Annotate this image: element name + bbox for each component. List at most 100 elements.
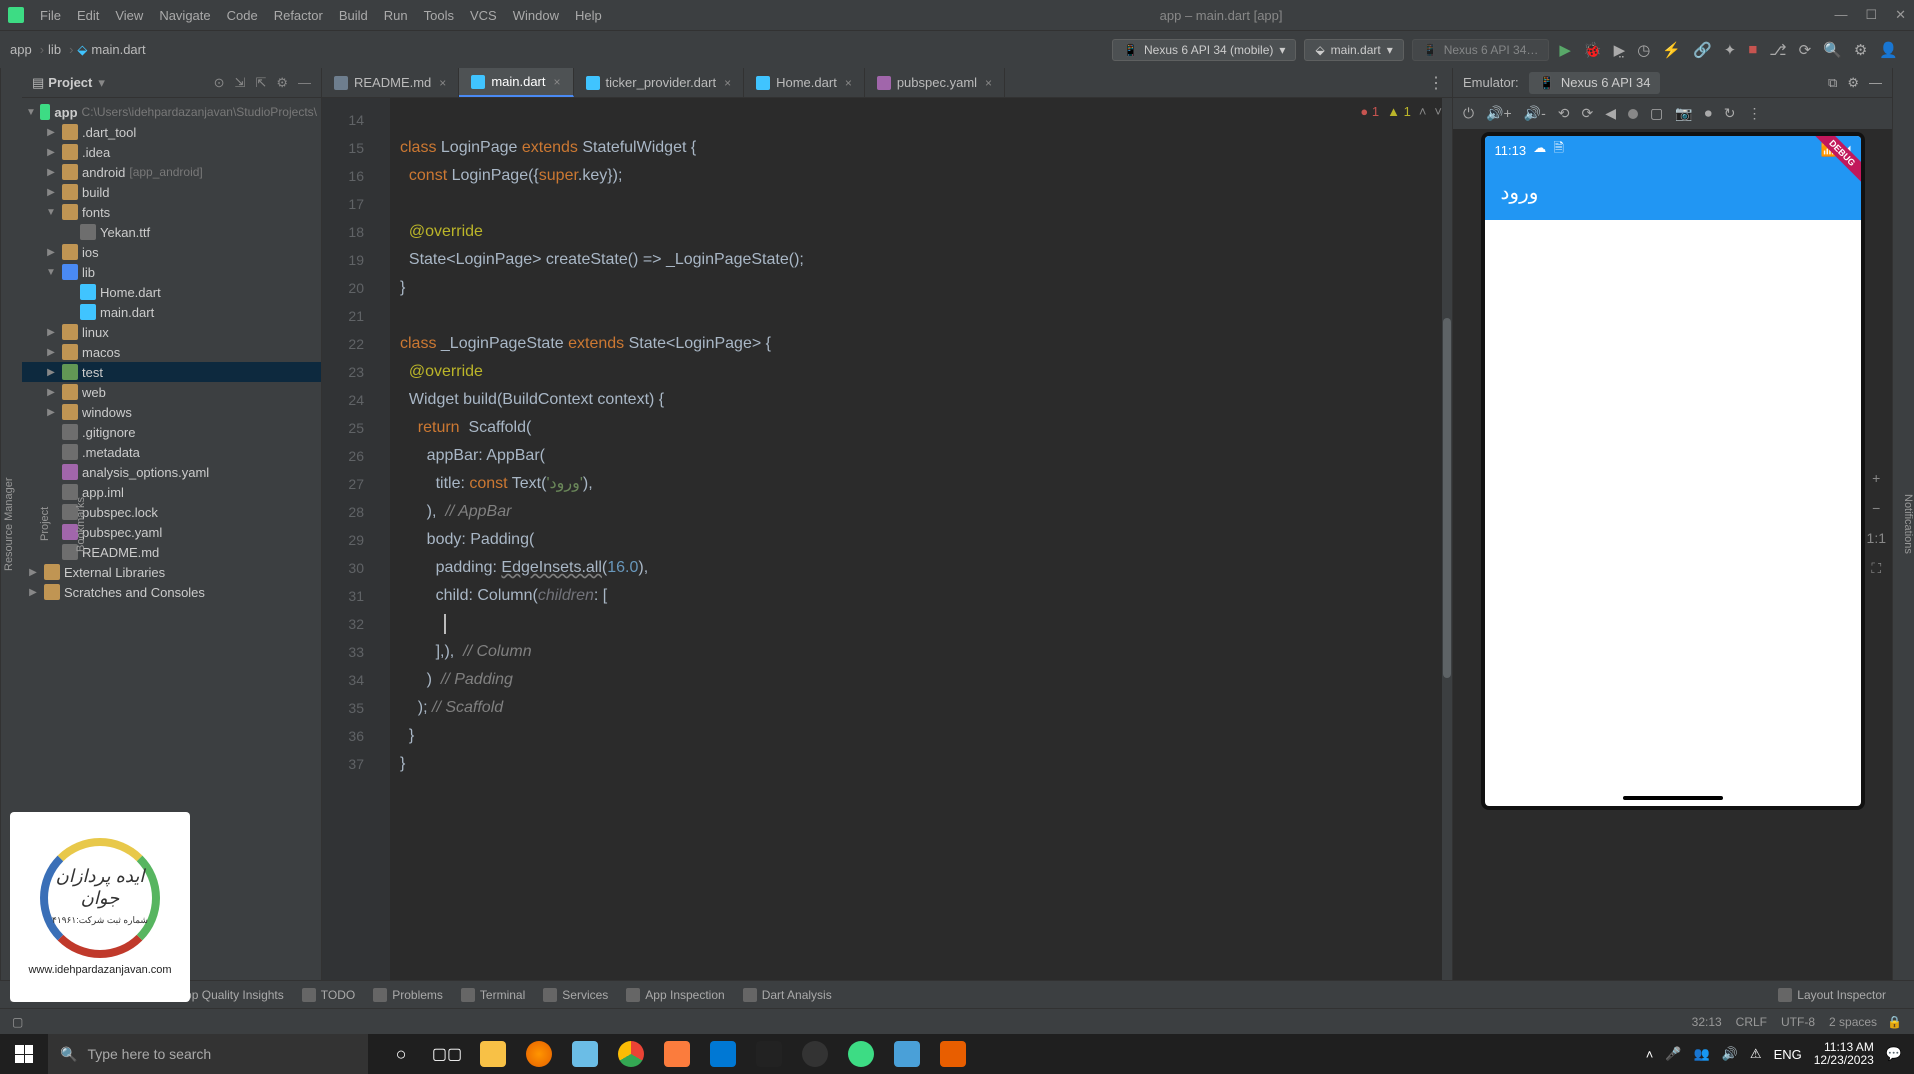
task-view-icon[interactable]: ▢▢ (424, 1034, 470, 1074)
vol-down-icon[interactable]: 🔊- (1524, 105, 1546, 122)
flutter-icon[interactable]: ✦ (1724, 41, 1737, 59)
emulator-hide-icon[interactable]: — (1869, 75, 1882, 90)
search-icon[interactable]: 🔍 (1823, 41, 1842, 59)
menu-build[interactable]: Build (333, 6, 374, 25)
project-panel-title[interactable]: Project (48, 75, 92, 90)
firefox-icon[interactable] (516, 1034, 562, 1074)
stop-icon[interactable]: ■ (1748, 41, 1757, 58)
strip-project[interactable]: Project (37, 501, 53, 547)
editor-tab[interactable]: main.dart× (459, 68, 573, 97)
editor-tab[interactable]: pubspec.yaml× (865, 68, 1005, 97)
target-selector[interactable]: 📱 Nexus 6 API 34… (1412, 39, 1550, 61)
project-dropdown-icon[interactable]: ▤ (32, 75, 44, 91)
crumb-app[interactable]: app (10, 42, 32, 57)
cmd-icon[interactable] (746, 1034, 792, 1074)
indent[interactable]: 2 spaces (1829, 1015, 1877, 1029)
zoom-fit-icon[interactable]: 1:1 (1867, 530, 1886, 546)
tw-terminal[interactable]: Terminal (461, 988, 525, 1002)
overview-icon[interactable]: ▢ (1650, 105, 1663, 122)
tree-item[interactable]: Yekan.ttf (22, 222, 321, 242)
home-icon[interactable] (1628, 109, 1638, 119)
close-tab-icon[interactable]: × (845, 76, 852, 90)
tray-lang[interactable]: ENG (1774, 1047, 1802, 1062)
menu-navigate[interactable]: Navigate (153, 6, 216, 25)
photos-icon[interactable] (884, 1034, 930, 1074)
zoom-in-icon[interactable]: + (1872, 470, 1880, 486)
status-tool-icon[interactable]: ▢ (12, 1015, 23, 1029)
panel-settings-icon[interactable]: ⚙ (276, 75, 288, 91)
tw-layout-inspector[interactable]: Layout Inspector (1778, 988, 1886, 1002)
xampp-icon[interactable] (654, 1034, 700, 1074)
strip-notifications[interactable]: Notifications (1902, 494, 1914, 554)
tree-item[interactable]: ▼fonts (22, 202, 321, 222)
run-config-selector[interactable]: ⬙ main.dart ▾ (1304, 39, 1403, 61)
tw-problems[interactable]: Problems (373, 988, 443, 1002)
collapse-all-icon[interactable]: ⇱ (255, 75, 266, 91)
debug-icon[interactable]: 🐞 (1583, 41, 1602, 59)
vol-up-icon[interactable]: 🔊+ (1486, 105, 1512, 122)
tree-item[interactable]: ▶android[app_android] (22, 162, 321, 182)
tree-item[interactable]: ▶macos (22, 342, 321, 362)
vscode-icon[interactable] (700, 1034, 746, 1074)
tray-chevron-icon[interactable]: ˄ (1646, 1047, 1654, 1062)
cortana-icon[interactable]: ○ (378, 1034, 424, 1074)
android-studio-icon[interactable] (838, 1034, 884, 1074)
tray-notifications-icon[interactable]: 💬 (1886, 1046, 1902, 1062)
tree-item[interactable]: .gitignore (22, 422, 321, 442)
more-icon[interactable]: ⋮ (1747, 105, 1761, 122)
tree-item[interactable]: pubspec.yaml (22, 522, 321, 542)
line-separator[interactable]: CRLF (1736, 1015, 1767, 1029)
editor-tab[interactable]: ticker_provider.dart× (574, 68, 745, 97)
hide-panel-icon[interactable]: — (298, 75, 311, 90)
menu-tools[interactable]: Tools (418, 6, 460, 25)
readonly-lock-icon[interactable]: 🔒 (1887, 1015, 1902, 1029)
tree-item[interactable]: Home.dart (22, 282, 321, 302)
tree-root[interactable]: ▼ app C:\Users\idehpardazanjavan\StudioP… (22, 102, 321, 122)
tree-item[interactable]: ▼lib (22, 262, 321, 282)
tw-app-inspection[interactable]: App Inspection (626, 988, 724, 1002)
tree-item[interactable]: ▶ios (22, 242, 321, 262)
maximize-button[interactable]: ☐ (1865, 7, 1877, 23)
menu-window[interactable]: Window (507, 6, 565, 25)
file-explorer-icon[interactable] (470, 1034, 516, 1074)
editor-tab[interactable]: README.md× (322, 68, 459, 97)
power-icon[interactable]: ⏻ (1463, 105, 1474, 122)
caret-position[interactable]: 32:13 (1692, 1015, 1722, 1029)
zoom-actual-icon[interactable]: ⛶ (1871, 560, 1881, 577)
editor-scrollbar[interactable] (1442, 98, 1452, 980)
vlc-icon[interactable] (930, 1034, 976, 1074)
rotate-left-icon[interactable]: ⟲ (1558, 105, 1570, 122)
tw-services[interactable]: Services (543, 988, 608, 1002)
obs-icon[interactable] (792, 1034, 838, 1074)
menu-code[interactable]: Code (221, 6, 264, 25)
chevron-down-icon[interactable]: ▾ (98, 75, 105, 91)
close-tab-icon[interactable]: × (724, 76, 731, 90)
tray-volume-icon[interactable]: 🔊 (1722, 1046, 1738, 1062)
tray-clock[interactable]: 11:13 AM12/23/2023 (1814, 1041, 1874, 1067)
screenshot-icon[interactable]: 📷 (1675, 105, 1692, 122)
close-tab-icon[interactable]: × (439, 76, 446, 90)
tree-item[interactable]: ▶.dart_tool (22, 122, 321, 142)
tray-people-icon[interactable]: 👥 (1694, 1046, 1710, 1062)
refresh-icon[interactable]: ↻ (1724, 105, 1736, 122)
strip-bookmarks[interactable]: Bookmarks (73, 490, 89, 557)
crumb-lib[interactable]: lib (48, 42, 61, 57)
git-icon[interactable]: ⎇ (1769, 41, 1786, 59)
coverage-icon[interactable]: ▶̤ (1614, 41, 1626, 59)
sync-icon[interactable]: ⟳ (1799, 41, 1812, 59)
profile-icon[interactable]: ◷ (1637, 41, 1650, 59)
code-editor[interactable]: ● 1 ▲ 1 ˄˅ 14151617181920212223242526272… (322, 98, 1452, 980)
tree-item[interactable]: README.md (22, 542, 321, 562)
code-body[interactable]: class LoginPage extends StatefulWidget {… (390, 98, 1452, 980)
encoding[interactable]: UTF-8 (1781, 1015, 1815, 1029)
start-button[interactable] (0, 1034, 48, 1074)
menu-refactor[interactable]: Refactor (268, 6, 329, 25)
close-button[interactable]: ✕ (1895, 7, 1906, 23)
emulator-tab[interactable]: 📱 Nexus 6 API 34 (1529, 72, 1661, 94)
tree-item[interactable]: ▶build (22, 182, 321, 202)
tree-scratches[interactable]: ▶ Scratches and Consoles (22, 582, 321, 602)
record-icon[interactable]: ⏺ (1705, 105, 1712, 122)
tree-item[interactable]: ▶test (22, 362, 321, 382)
close-tab-icon[interactable]: × (554, 75, 561, 89)
device-selector[interactable]: 📱 Nexus 6 API 34 (mobile) ▾ (1112, 39, 1296, 61)
